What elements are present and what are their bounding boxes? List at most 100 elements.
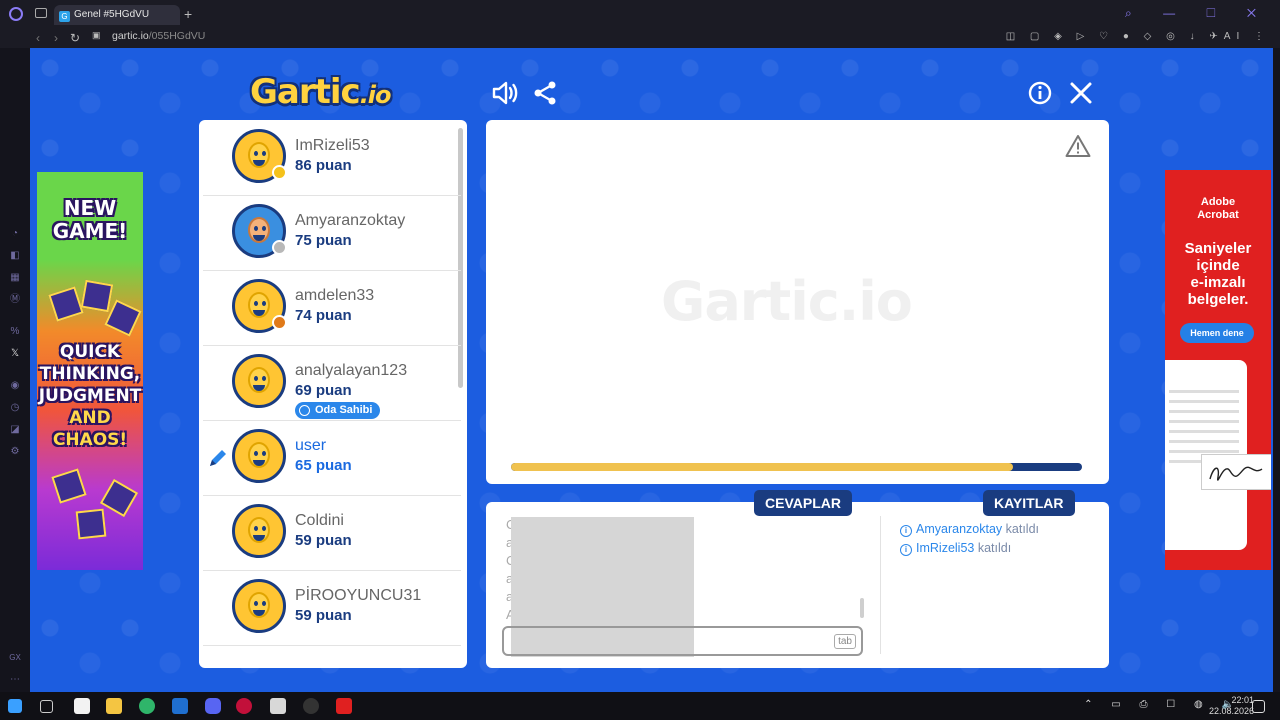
ad-right-headline4: belgeler. bbox=[1187, 291, 1249, 308]
tab-logs[interactable]: KAYITLAR bbox=[983, 490, 1075, 516]
player-row[interactable]: Coldini 59 puan bbox=[203, 495, 461, 571]
ad-left-line7: CHAOS! bbox=[52, 430, 128, 450]
report-warning-icon[interactable] bbox=[1065, 134, 1091, 158]
player-name: Amyaranzoktay bbox=[295, 212, 406, 229]
ad-right-brand2: Acrobat bbox=[1197, 209, 1239, 221]
ad-right-headline3: e-imzalı bbox=[1190, 274, 1246, 291]
close-icon[interactable] bbox=[1066, 78, 1096, 108]
sidebar-bag-icon[interactable]: ◧ bbox=[9, 250, 21, 262]
drawing-canvas[interactable]: Gartic.io bbox=[486, 120, 1109, 484]
outlook-icon[interactable] bbox=[172, 698, 188, 714]
opera-gx-icon[interactable] bbox=[236, 698, 252, 714]
sound-icon[interactable] bbox=[490, 78, 520, 108]
store-icon[interactable] bbox=[74, 698, 90, 714]
ad-card-icon bbox=[51, 468, 87, 504]
ad-left-line3: QUICK bbox=[59, 342, 121, 362]
sidebar-settings-icon[interactable]: ⚙ bbox=[9, 446, 21, 458]
tab-islands-icon[interactable] bbox=[35, 8, 47, 18]
player-row[interactable]: analyalayan123 69 puan Oda Sahibi bbox=[203, 345, 461, 421]
obs-icon[interactable] bbox=[303, 698, 319, 714]
ad-left-line5: JUDGMENT bbox=[38, 386, 142, 406]
sidebar-x-icon[interactable]: 𝕏 bbox=[9, 348, 21, 360]
ad-banner-right[interactable]: Adobe Acrobat Saniyeler içinde e-imzalı b… bbox=[1165, 170, 1271, 570]
players-panel: ImRizeli53 86 puan Amyaranzoktay 75 puan amd… bbox=[199, 120, 467, 668]
ad-left-line2: GAME! bbox=[52, 219, 128, 243]
share-icon[interactable] bbox=[530, 78, 560, 108]
tab-key-hint: tab bbox=[834, 634, 856, 649]
window-controls[interactable]: ⌕ — ☐ ✕ bbox=[1125, 6, 1270, 21]
player-name: PİROOYUNCU31 bbox=[295, 587, 422, 604]
windows-start-icon[interactable] bbox=[8, 699, 22, 713]
gartic-favicon-icon: G bbox=[59, 11, 70, 22]
ad-cta-button[interactable]: Hemen dene bbox=[1180, 323, 1254, 343]
browser-tab-active[interactable]: GGenel #5HGdVU (Türkçe) · bbox=[54, 5, 180, 40]
player-row[interactable]: PİROOYUNCU31 59 puan bbox=[203, 570, 461, 646]
round-timer-bar bbox=[511, 463, 1082, 471]
player-name: amdelen33 bbox=[295, 287, 375, 304]
forward-icon[interactable]: › bbox=[54, 31, 58, 45]
info-circle-icon: i bbox=[900, 525, 912, 537]
player-score: 75 puan bbox=[295, 232, 352, 249]
edge-icon[interactable] bbox=[139, 698, 155, 714]
player-row[interactable]: amdelen33 74 puan bbox=[203, 270, 461, 346]
back-icon[interactable]: ‹ bbox=[36, 31, 40, 45]
app-icon[interactable] bbox=[270, 698, 286, 714]
ad-right-brand: Adobe Acrobat bbox=[1165, 196, 1271, 222]
task-view-icon[interactable] bbox=[40, 700, 53, 713]
taskbar-clock[interactable]: 22:01 22.08.2026 bbox=[1209, 695, 1254, 717]
app-red-icon[interactable] bbox=[336, 698, 352, 714]
player-row[interactable]: ImRizeli53 86 puan bbox=[203, 120, 461, 196]
player-score: 59 puan bbox=[295, 607, 352, 624]
player-score: 74 puan bbox=[295, 307, 352, 324]
ad-left-line6: AND bbox=[69, 408, 111, 428]
player-score: 86 puan bbox=[295, 157, 352, 174]
sidebar-m-icon[interactable]: Ⓜ bbox=[9, 294, 21, 306]
sidebar-gx-icon[interactable]: GX bbox=[9, 652, 21, 664]
log-action: katıldı bbox=[1005, 522, 1039, 536]
ad-card-icon bbox=[75, 508, 107, 540]
player-row[interactable]: Amyaranzoktay 75 puan bbox=[203, 195, 461, 271]
answer-input[interactable]: tab bbox=[502, 626, 863, 656]
ad-right-brand1: Adobe bbox=[1200, 196, 1236, 208]
address-bar: ‹ › ↻ ▣ gartic.io/055HGdVU ◫ ▢ ◈ ▷ ♡ ● ◇… bbox=[0, 28, 1280, 48]
notifications-icon[interactable] bbox=[1252, 700, 1265, 713]
sidebar-ai-icon[interactable]: ◔ bbox=[9, 228, 21, 240]
player-name: user bbox=[295, 437, 327, 454]
player-score: 69 puan bbox=[295, 382, 352, 399]
url-field[interactable]: gartic.io/055HGdVU bbox=[112, 30, 205, 42]
log-user: Amyaranzoktay bbox=[916, 522, 1003, 536]
opera-menu-icon[interactable] bbox=[9, 7, 23, 21]
url-path: /055HGdVU bbox=[148, 30, 206, 42]
new-tab-button[interactable]: + bbox=[184, 6, 192, 22]
game-page: Gartic.io NEW GAME! QUICK THINKING, JUDG… bbox=[30, 48, 1273, 692]
player-row[interactable]: user 65 puan bbox=[203, 420, 461, 496]
sidebar-history-icon[interactable]: ◷ bbox=[9, 402, 21, 414]
sidebar-player-icon[interactable]: ◉ bbox=[9, 380, 21, 392]
sidebar-more-icon[interactable]: ⋯ bbox=[9, 674, 21, 686]
info-icon[interactable] bbox=[1025, 78, 1055, 108]
player-name: ImRizeli53 bbox=[295, 137, 370, 154]
answers-scrollbar[interactable] bbox=[860, 598, 864, 618]
tab-answers[interactable]: CEVAPLAR bbox=[754, 490, 852, 516]
browser-extensions[interactable]: ◫ ▢ ◈ ▷ ♡ ● ◇ ◎ ↓ ✈AI ⋮ bbox=[1006, 31, 1270, 42]
sidebar-apps-icon[interactable]: ▦ bbox=[9, 272, 21, 284]
reload-icon[interactable]: ↻ bbox=[70, 31, 80, 45]
player-avatar bbox=[232, 354, 286, 408]
ad-card-icon bbox=[99, 478, 139, 518]
room-owner-badge: Oda Sahibi bbox=[295, 402, 381, 419]
player-name: analyalayan123 bbox=[295, 362, 408, 379]
sidebar-percent-icon[interactable]: % bbox=[9, 326, 21, 338]
player-score: 59 puan bbox=[295, 532, 352, 549]
gartic-logo[interactable]: Gartic.io bbox=[250, 72, 392, 112]
discord-icon[interactable] bbox=[205, 698, 221, 714]
sidebar-extensions-icon[interactable]: ◪ bbox=[9, 424, 21, 436]
ad-banner-left[interactable]: NEW GAME! QUICK THINKING, JUDGMENT AND C… bbox=[37, 172, 143, 570]
file-explorer-icon[interactable] bbox=[106, 698, 122, 714]
right-strip bbox=[1273, 48, 1280, 692]
log-entry: i ImRizeli53 katıldı bbox=[900, 541, 1011, 556]
ad-right-headline1: Saniyeler bbox=[1184, 240, 1252, 257]
log-user: ImRizeli53 bbox=[916, 541, 975, 555]
round-timer-fill bbox=[511, 463, 1014, 471]
panel-divider bbox=[880, 516, 881, 654]
ad-right-headline: Saniyeler içinde e-imzalı belgeler. bbox=[1165, 240, 1271, 308]
